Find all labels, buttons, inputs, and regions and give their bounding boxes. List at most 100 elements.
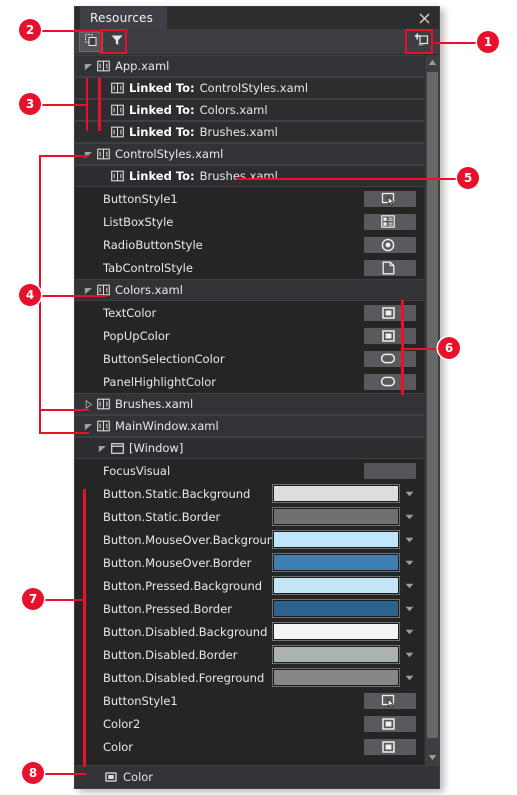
tree-row[interactable]: [Window]	[75, 437, 424, 459]
chevron-down-icon[interactable]	[403, 508, 416, 525]
filter-button[interactable]	[105, 32, 129, 52]
chevron-down-icon[interactable]	[403, 485, 416, 502]
chevron-down-icon[interactable]	[403, 531, 416, 548]
chevron-down-icon[interactable]	[81, 279, 95, 302]
style-preview-button[interactable]	[364, 462, 416, 479]
style-preview-button[interactable]	[364, 259, 416, 276]
scroll-up-icon[interactable]	[425, 55, 440, 70]
resource-row[interactable]: PopUpColor	[75, 324, 424, 347]
chevron-right-icon[interactable]	[81, 393, 95, 416]
group-by-button[interactable]	[79, 31, 103, 52]
brush-icon	[380, 374, 396, 390]
callout-6-label: 6	[444, 341, 454, 355]
resource-row[interactable]: PanelHighlightColor	[75, 370, 424, 393]
add-resource-button[interactable]	[409, 32, 433, 52]
leader-line-4	[41, 295, 106, 297]
style-preview-button[interactable]	[364, 692, 416, 709]
resource-row[interactable]: ButtonStyle1	[75, 689, 424, 712]
style-preview-button[interactable]	[364, 236, 416, 253]
tree-row[interactable]: Colors.xaml	[75, 279, 424, 301]
status-bar: Color	[75, 765, 439, 788]
chevron-down-icon[interactable]	[95, 437, 109, 460]
resource-tree[interactable]: App.xaml Linked To: ControlStyles.xaml Link…	[75, 55, 424, 765]
scroll-down-icon[interactable]	[425, 750, 440, 765]
chevron-down-icon[interactable]	[403, 669, 416, 686]
row-content: App.xaml	[75, 55, 169, 78]
resource-row[interactable]: Button.Pressed.Background	[75, 574, 424, 597]
color-swatch[interactable]	[272, 645, 400, 664]
style-preview-button[interactable]	[364, 373, 416, 390]
resource-row[interactable]: ButtonSelectionColor	[75, 347, 424, 370]
row-label: ButtonSelectionColor	[103, 351, 225, 366]
leader-line-6	[402, 348, 440, 350]
style-preview-button[interactable]	[364, 190, 416, 207]
row-label: Button.Pressed.Background	[103, 578, 263, 593]
row-label: Color2	[103, 716, 141, 731]
resource-row[interactable]: Button.Static.Background	[75, 482, 424, 505]
resource-row[interactable]: Button.Pressed.Border	[75, 597, 424, 620]
resource-row[interactable]: Button.Disabled.Border	[75, 643, 424, 666]
scrollbar-track[interactable]	[425, 70, 440, 750]
tree-row[interactable]: Linked To: Brushes.xaml	[75, 165, 424, 187]
row-content: MainWindow.xaml	[75, 415, 219, 438]
resource-row[interactable]: Button.Static.Border	[75, 505, 424, 528]
resource-row[interactable]: Button.Disabled.Background	[75, 620, 424, 643]
chevron-down-icon[interactable]	[403, 623, 416, 640]
resource-row[interactable]: FocusVisual	[75, 459, 424, 482]
chevron-down-icon[interactable]	[81, 143, 95, 166]
resource-row[interactable]: Color2	[75, 712, 424, 735]
row-widget	[272, 597, 416, 620]
scrollbar-thumb[interactable]	[426, 72, 438, 739]
chevron-down-icon[interactable]	[403, 554, 416, 571]
color-swatch[interactable]	[272, 484, 400, 503]
vertical-scrollbar[interactable]	[424, 55, 439, 765]
resource-row[interactable]: ButtonStyle1	[75, 187, 424, 210]
chevron-down-icon[interactable]	[403, 577, 416, 594]
close-icon[interactable]	[415, 9, 433, 27]
callout-8: 8	[22, 762, 44, 784]
tree-row[interactable]: Brushes.xaml	[75, 393, 424, 415]
color-swatch[interactable]	[272, 576, 400, 595]
leader-branch-4b	[39, 409, 89, 411]
resource-row[interactable]: TextColor	[75, 301, 424, 324]
xaml-file-icon	[95, 58, 111, 74]
style-preview-button[interactable]	[364, 738, 416, 755]
row-widget	[272, 666, 416, 689]
row-widget	[364, 347, 416, 370]
style-preview-button[interactable]	[364, 350, 416, 367]
tree-row[interactable]: MainWindow.xaml	[75, 415, 424, 437]
tree-row[interactable]: App.xaml	[75, 55, 424, 77]
tree-row[interactable]: Linked To: Brushes.xaml	[75, 121, 424, 143]
resource-row[interactable]: Color	[75, 735, 424, 758]
resource-row[interactable]: ListBoxStyle	[75, 210, 424, 233]
style-preview-button[interactable]	[364, 715, 416, 732]
row-widget	[272, 505, 416, 528]
row-widget	[272, 620, 416, 643]
resource-row[interactable]: RadioButtonStyle	[75, 233, 424, 256]
row-content: Linked To: Colors.xaml	[75, 99, 268, 122]
tree-row[interactable]: Linked To: Colors.xaml	[75, 99, 424, 121]
style-preview-button[interactable]	[364, 213, 416, 230]
color-swatch[interactable]	[272, 507, 400, 526]
resource-row[interactable]: Button.Disabled.Foreground	[75, 666, 424, 689]
xaml-file-icon	[109, 80, 125, 96]
resource-row[interactable]: Button.MouseOver.Background	[75, 528, 424, 551]
chevron-down-icon[interactable]	[81, 55, 95, 78]
tree-row[interactable]: ControlStyles.xaml	[75, 143, 424, 165]
style-preview-button[interactable]	[364, 327, 416, 344]
color-swatch[interactable]	[272, 530, 400, 549]
chevron-down-icon[interactable]	[403, 646, 416, 663]
resource-row[interactable]: TabControlStyle	[75, 256, 424, 279]
chevron-down-icon[interactable]	[403, 600, 416, 617]
color-swatch[interactable]	[272, 622, 400, 641]
color-swatch[interactable]	[272, 553, 400, 572]
row-label: Color	[103, 739, 134, 754]
status-bar-label: Color	[123, 770, 154, 784]
color-swatch[interactable]	[272, 599, 400, 618]
tree-row[interactable]: Linked To: ControlStyles.xaml	[75, 77, 424, 99]
color-swatch[interactable]	[272, 668, 400, 687]
linked-to-prefix: Linked To:	[129, 169, 195, 183]
chevron-down-icon[interactable]	[81, 415, 95, 438]
style-preview-button[interactable]	[364, 304, 416, 321]
resource-row[interactable]: Button.MouseOver.Border	[75, 551, 424, 574]
